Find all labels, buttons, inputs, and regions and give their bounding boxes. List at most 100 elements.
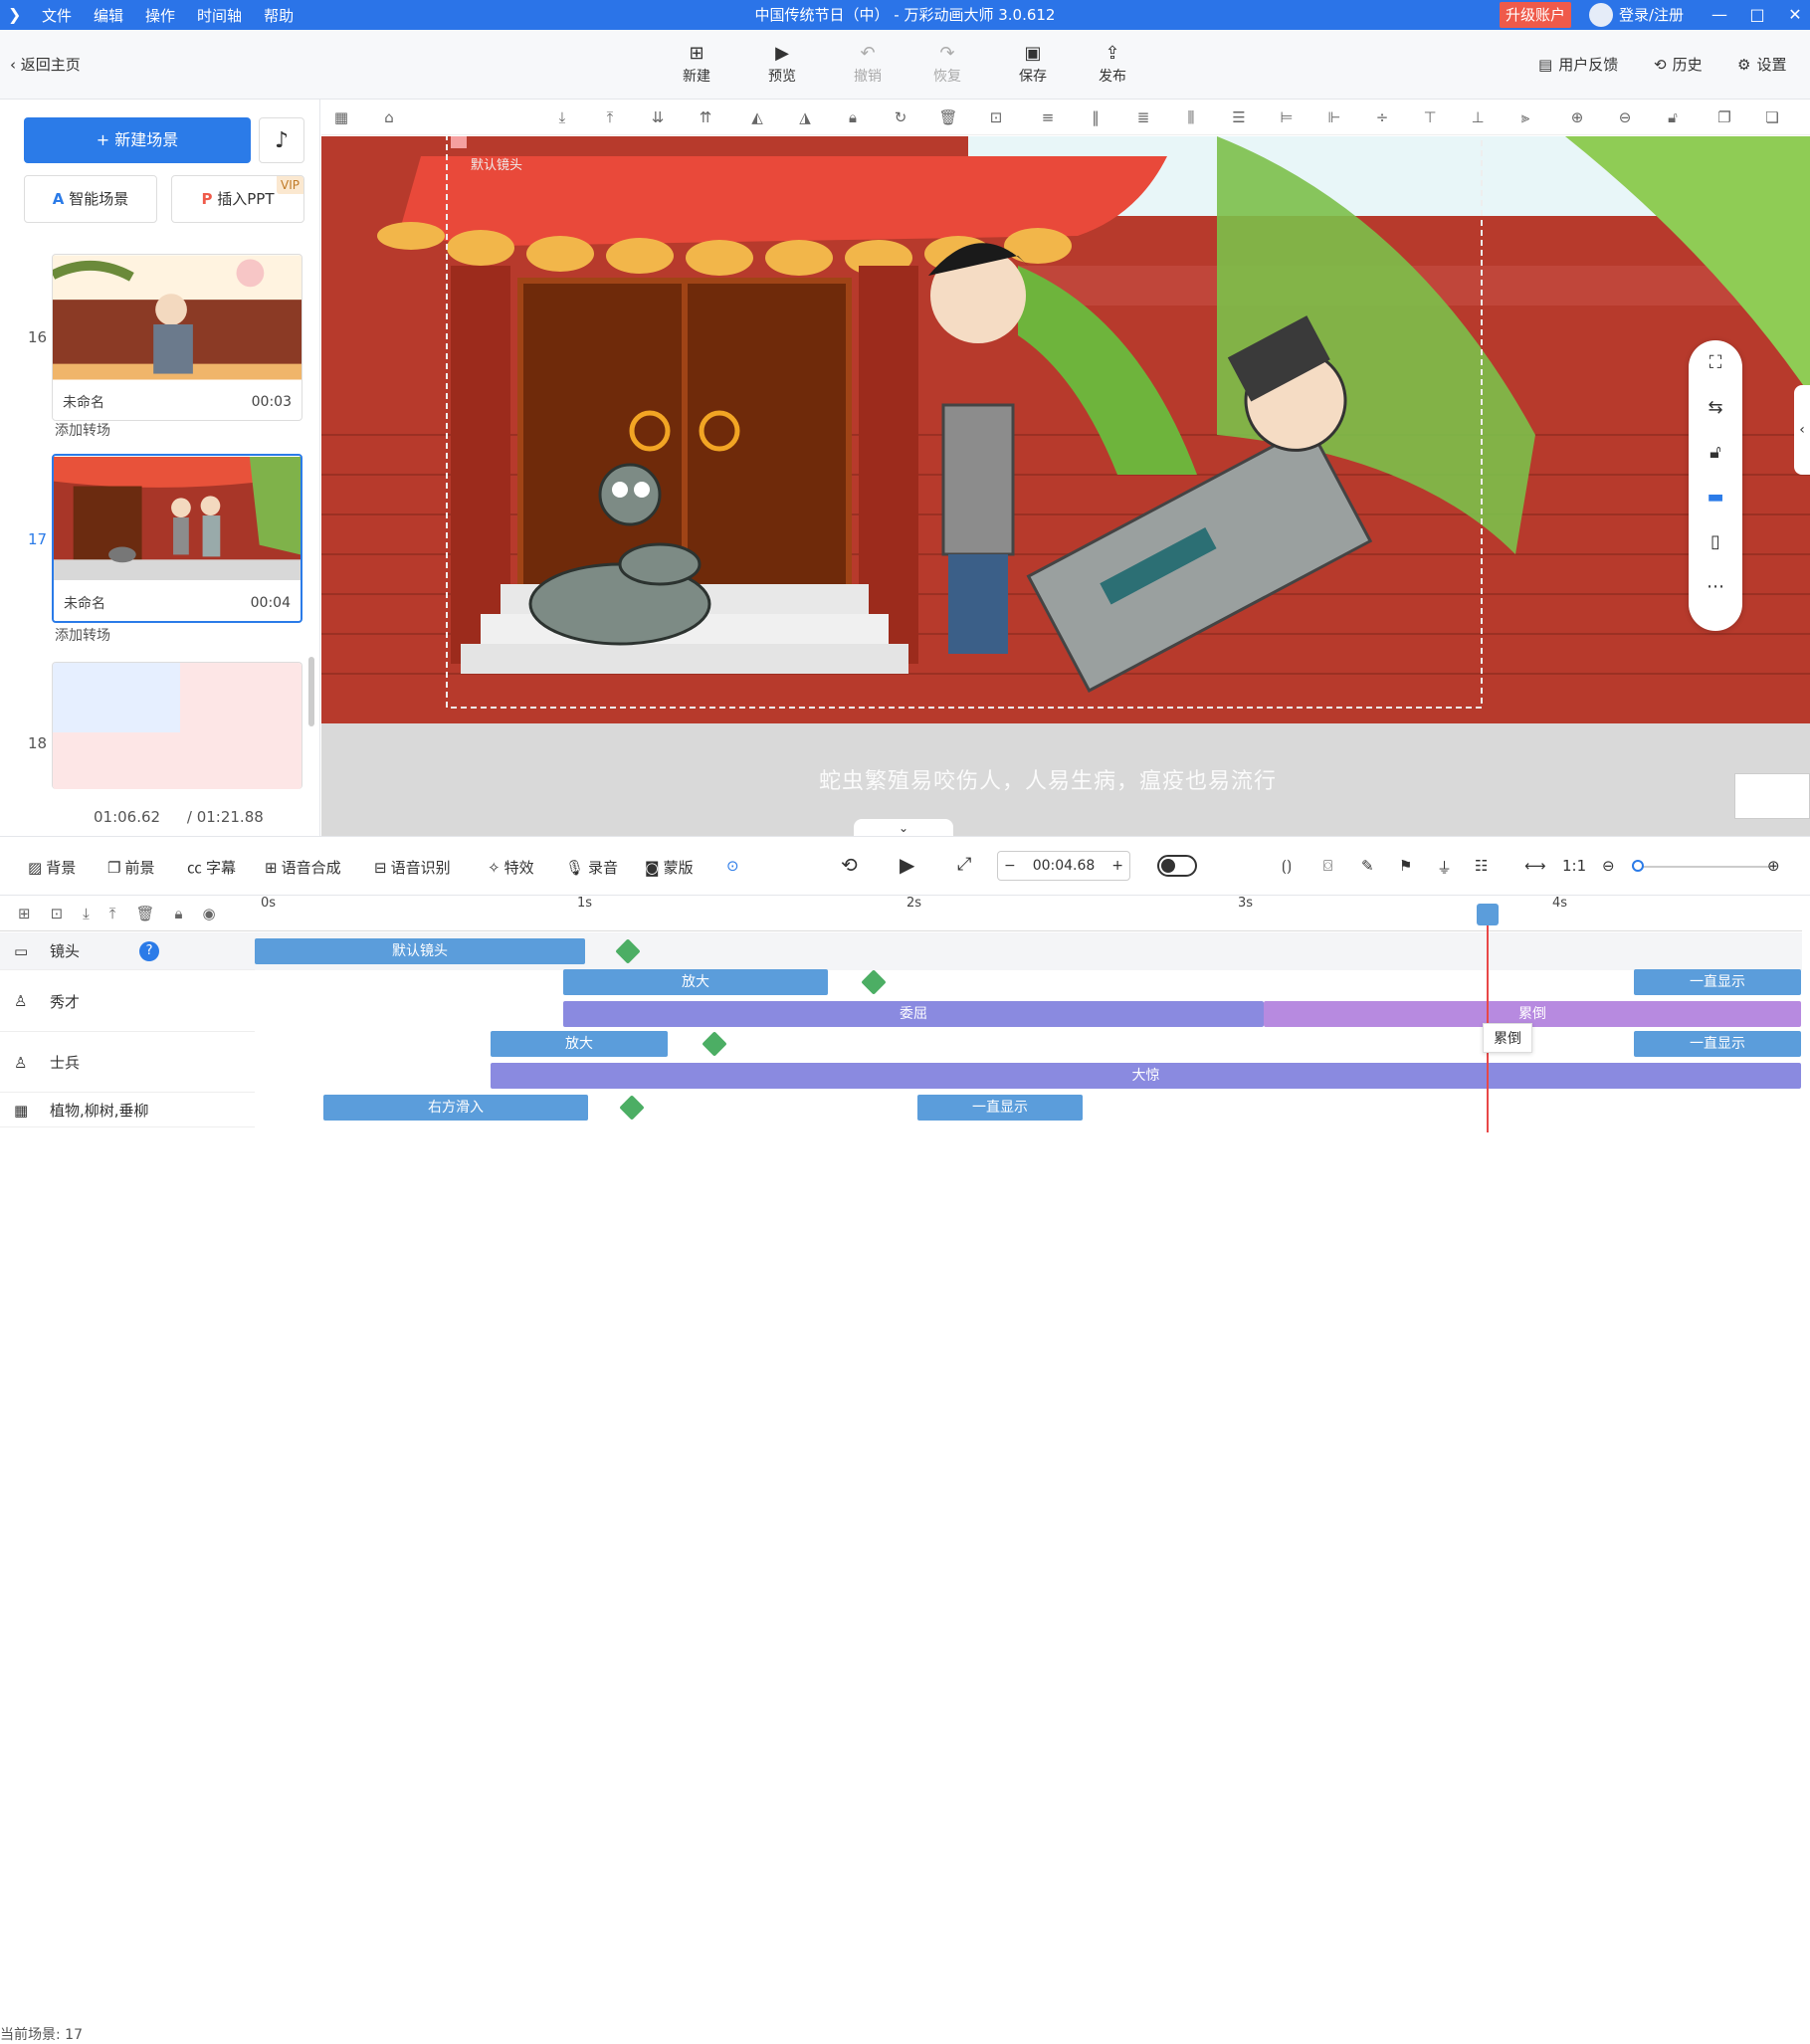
playhead-handle[interactable] bbox=[1477, 904, 1499, 925]
flip-horizontal-icon[interactable]: ◭ bbox=[747, 107, 767, 127]
speech-recognition-button[interactable]: ⊟ 语音识别 bbox=[374, 857, 451, 878]
time-plus-button[interactable]: + bbox=[1111, 858, 1123, 874]
preview-button[interactable]: ▶ 预览 bbox=[752, 42, 812, 86]
zoom-in-icon[interactable]: ⊕ bbox=[1567, 107, 1587, 127]
align-top-icon[interactable]: ≣ bbox=[1133, 107, 1153, 127]
replay-icon[interactable]: ⟲ bbox=[841, 853, 858, 877]
align-right-icon[interactable]: ⊨ bbox=[1277, 107, 1297, 127]
track-scholar[interactable]: ♙ 秀才 bbox=[0, 971, 255, 1032]
scene-card-18[interactable] bbox=[52, 662, 302, 789]
effects-button[interactable]: ✧ 特效 bbox=[488, 857, 534, 878]
phone-icon[interactable]: ▯ bbox=[1689, 519, 1742, 564]
zoom-in-timeline-icon[interactable]: ⊕ bbox=[1767, 857, 1780, 875]
clip-slide-right[interactable]: 右方滑入 bbox=[323, 1095, 588, 1121]
new-button[interactable]: ⊞ 新建 bbox=[667, 42, 726, 86]
feedback-link[interactable]: ▤ 用户反馈 bbox=[1538, 54, 1618, 75]
login-button[interactable]: 登录/注册 bbox=[1589, 0, 1684, 30]
filter-icon[interactable]: ⏚ bbox=[1437, 857, 1452, 878]
move-up-icon[interactable]: ⤒ bbox=[600, 107, 620, 127]
track-camera[interactable]: ▭ 镜头 ? bbox=[0, 932, 255, 970]
close-button[interactable]: ✕ bbox=[1777, 0, 1810, 30]
copy-icon[interactable]: ❐ bbox=[1714, 107, 1734, 127]
add-animation-icon[interactable] bbox=[619, 1095, 645, 1121]
rotate-icon[interactable]: ↻ bbox=[891, 107, 910, 127]
insert-ppt-button[interactable]: P 插入PPT VIP bbox=[171, 175, 304, 223]
more-tools-icon[interactable]: ⊙ bbox=[726, 857, 739, 875]
align-left-icon[interactable]: ≡ bbox=[1038, 107, 1058, 127]
canvas-stage[interactable]: 默认镜头 蛇虫繁殖易咬伤人，人易生病，瘟疫也易流行 ⛶ ⇆ 🔓︎ ▬ ▯ ⋯ ‹… bbox=[321, 136, 1810, 836]
zoom-slider-handle[interactable] bbox=[1632, 860, 1644, 872]
lock-track-icon[interactable]: 🔒︎ bbox=[174, 905, 182, 922]
back-home-link[interactable]: ‹ 返回主页 bbox=[10, 54, 81, 75]
new-scene-button[interactable]: + 新建场景 bbox=[24, 117, 251, 163]
record-button[interactable]: 🎙︎ 录音 bbox=[565, 857, 618, 878]
redo-button[interactable]: ↷ 恢复 bbox=[917, 42, 977, 86]
top-icon[interactable]: ⊤ bbox=[1420, 107, 1440, 127]
distribute-icon[interactable]: ⫼ bbox=[1181, 107, 1201, 127]
help-icon[interactable]: ? bbox=[139, 940, 160, 961]
bottom-icon[interactable]: ⊥ bbox=[1468, 107, 1488, 127]
minimize-button[interactable]: — bbox=[1702, 0, 1737, 30]
chevron-down-icon[interactable]: ⌄ bbox=[854, 819, 953, 836]
fit-screen-icon[interactable]: ⛶ bbox=[1689, 340, 1742, 385]
settings-link[interactable]: ⚙ 设置 bbox=[1737, 54, 1786, 75]
delete-icon[interactable]: 🗑︎ bbox=[938, 107, 958, 127]
align-middle-icon[interactable]: ☰ bbox=[1229, 107, 1249, 127]
undo-button[interactable]: ↶ 撤销 bbox=[838, 42, 898, 86]
upgrade-button[interactable]: 升级账户 bbox=[1500, 2, 1572, 28]
add-transition-link[interactable]: 添加转场 bbox=[55, 420, 110, 440]
clip-tired[interactable]: 累倒 bbox=[1264, 1001, 1801, 1027]
mask-button[interactable]: ◙ 蒙版 bbox=[645, 857, 694, 878]
bracket-icon[interactable]: ⟮⟯ bbox=[1282, 857, 1292, 875]
align-bottom-icon[interactable]: ⊩ bbox=[1324, 107, 1344, 127]
menu-help[interactable]: 帮助 bbox=[264, 5, 294, 26]
fullscreen-icon[interactable]: ⤢ bbox=[957, 854, 971, 875]
clip-always-show-willow[interactable]: 一直显示 bbox=[917, 1095, 1083, 1121]
minimap[interactable] bbox=[1734, 773, 1810, 819]
menu-timeline[interactable]: 时间轴 bbox=[197, 5, 242, 26]
zoom-out-icon[interactable]: ⊖ bbox=[1615, 107, 1635, 127]
save-button[interactable]: ▣ 保存 bbox=[1003, 42, 1063, 86]
play-icon[interactable]: ▶ bbox=[900, 853, 914, 877]
unlock-icon[interactable]: 🔓︎ bbox=[1689, 430, 1742, 475]
time-input[interactable]: − 00:04.68 + bbox=[997, 851, 1130, 881]
track-soldier[interactable]: ♙ 士兵 bbox=[0, 1033, 255, 1093]
camera-icon[interactable]: ⌼ bbox=[1323, 857, 1332, 875]
clip-wronged[interactable]: 委屈 bbox=[563, 1001, 1264, 1027]
flip-icon[interactable]: ⇆ bbox=[1689, 385, 1742, 430]
unlock-icon[interactable]: 🔓︎ bbox=[1663, 107, 1683, 127]
subtitle-text[interactable]: 蛇虫繁殖易咬伤人，人易生病，瘟疫也易流行 bbox=[819, 763, 1277, 795]
clip-default-camera[interactable]: 默认镜头 bbox=[255, 938, 585, 964]
send-back-icon[interactable]: ⇊ bbox=[648, 107, 668, 127]
move-up-track-icon[interactable]: ⤒ bbox=[109, 905, 116, 922]
time-ruler[interactable]: 0s 1s 2s 3s 4s bbox=[255, 896, 1802, 931]
align-center-icon[interactable]: ‖ bbox=[1086, 107, 1106, 127]
scene-list-scrollbar[interactable] bbox=[308, 657, 314, 726]
fit-width-icon[interactable]: ⟷ bbox=[1524, 857, 1546, 875]
add-transition-link[interactable]: 添加转场 bbox=[55, 625, 110, 645]
one-to-one-icon[interactable]: 1:1 bbox=[1562, 857, 1586, 875]
timeline-zoom-slider[interactable] bbox=[1632, 866, 1771, 868]
home-icon[interactable]: ⌂ bbox=[379, 107, 399, 127]
more-icon[interactable]: ⋯ bbox=[1689, 564, 1742, 609]
bring-front-icon[interactable]: ⇈ bbox=[696, 107, 715, 127]
clip-zoom-soldier[interactable]: 放大 bbox=[491, 1031, 668, 1057]
zoom-out-timeline-icon[interactable]: ⊖ bbox=[1602, 857, 1615, 875]
add-animation-icon[interactable] bbox=[702, 1031, 727, 1057]
menu-operation[interactable]: 操作 bbox=[145, 5, 175, 26]
background-button[interactable]: ▨ 背景 bbox=[28, 857, 76, 878]
clip-shocked[interactable]: 大惊 bbox=[491, 1063, 1801, 1089]
center-icon[interactable]: ÷ bbox=[1372, 107, 1392, 127]
add-folder-icon[interactable]: ⊞ bbox=[18, 905, 31, 922]
maximize-button[interactable]: □ bbox=[1739, 0, 1775, 30]
music-icon[interactable]: ♪ bbox=[259, 117, 304, 163]
caption-button[interactable]: ㏄字幕 bbox=[187, 857, 236, 878]
sliders-icon[interactable]: ☷ bbox=[1475, 857, 1488, 875]
move-down-track-icon[interactable]: ⤓ bbox=[83, 905, 90, 922]
scene-card-16[interactable]: 未命名 00:03 bbox=[52, 254, 302, 421]
foreground-button[interactable]: ❐ 前景 bbox=[107, 857, 154, 878]
clip-always-show-soldier[interactable]: 一直显示 bbox=[1634, 1031, 1801, 1057]
time-minus-button[interactable]: − bbox=[1004, 858, 1016, 874]
smart-scene-button[interactable]: A 智能场景 bbox=[24, 175, 157, 223]
lock-icon[interactable]: 🔒︎ bbox=[843, 107, 863, 127]
